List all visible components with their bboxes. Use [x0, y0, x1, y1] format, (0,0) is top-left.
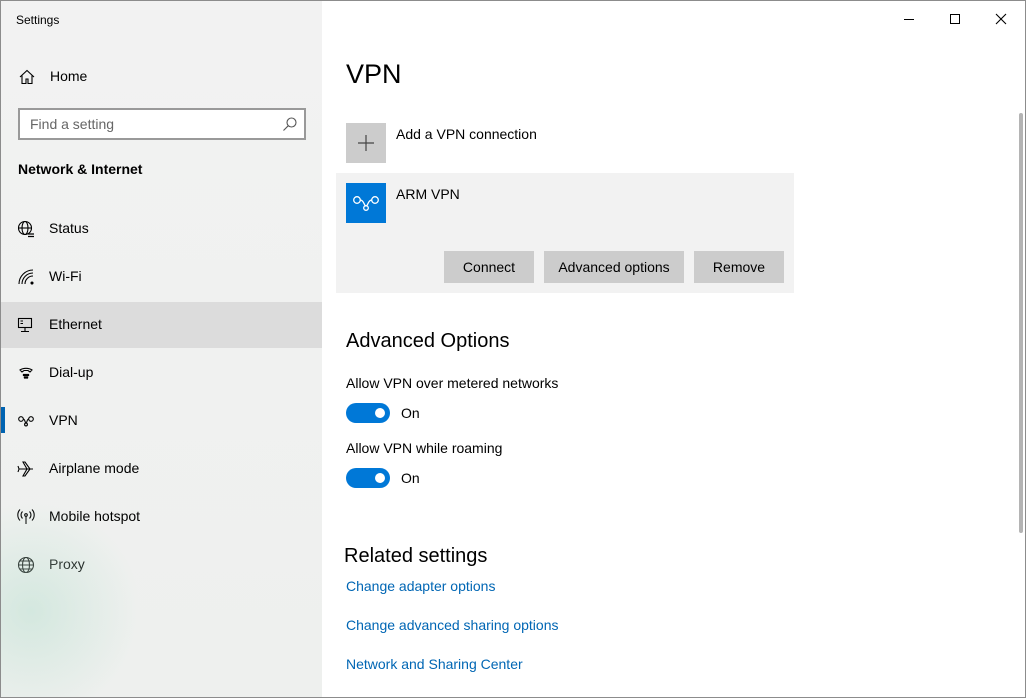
- sidebar-item-vpn[interactable]: VPN: [1, 398, 322, 444]
- ethernet-icon: [17, 316, 35, 334]
- change-adapter-options-link[interactable]: Change adapter options: [346, 578, 495, 594]
- network-sharing-center-link[interactable]: Network and Sharing Center: [346, 656, 523, 672]
- sidebar-item-airplane-mode[interactable]: Airplane mode: [1, 446, 322, 492]
- maximize-button[interactable]: [932, 1, 978, 37]
- minimize-icon: [904, 19, 914, 20]
- home-label: Home: [50, 68, 88, 84]
- sidebar-item-label: Proxy: [49, 556, 85, 572]
- advanced-options-heading: Advanced Options: [346, 330, 510, 352]
- remove-button[interactable]: Remove: [694, 251, 784, 283]
- sidebar-item-dialup[interactable]: Dial-up: [1, 350, 322, 396]
- advanced-options-button[interactable]: Advanced options: [544, 251, 684, 283]
- sidebar-item-ethernet[interactable]: Ethernet: [1, 302, 322, 348]
- metered-toggle-state: On: [401, 405, 420, 421]
- sidebar: Settings Home Network & Internet: [1, 1, 322, 697]
- sidebar-item-wifi[interactable]: Wi-Fi: [1, 254, 322, 300]
- globe-icon: [17, 220, 35, 238]
- plus-icon: [358, 135, 374, 151]
- toggle-knob: [375, 408, 385, 418]
- page-title: VPN: [346, 59, 402, 89]
- roaming-label: Allow VPN while roaming: [346, 440, 503, 456]
- add-vpn-label: Add a VPN connection: [396, 126, 537, 142]
- related-settings-heading: Related settings: [344, 545, 488, 567]
- vpn-connection-name: ARM VPN: [396, 186, 460, 202]
- vpn-connection-card[interactable]: ARM VPN Connect Advanced options Remove: [336, 173, 794, 293]
- toggle-knob: [375, 473, 385, 483]
- add-vpn-connection-button[interactable]: Add a VPN connection: [346, 123, 746, 163]
- sidebar-item-proxy[interactable]: Proxy: [1, 542, 322, 588]
- dialup-icon: [17, 364, 35, 382]
- minimize-button[interactable]: [886, 1, 932, 37]
- add-tile: [346, 123, 386, 163]
- change-advanced-sharing-link[interactable]: Change advanced sharing options: [346, 617, 559, 633]
- home-icon: [18, 68, 36, 86]
- close-button[interactable]: [978, 1, 1024, 37]
- close-icon: [995, 13, 1007, 25]
- sidebar-item-label: Dial-up: [49, 364, 94, 380]
- roaming-toggle-state: On: [401, 470, 420, 486]
- vpn-connection-tile: [346, 183, 386, 223]
- sidebar-item-status[interactable]: Status: [1, 206, 322, 252]
- maximize-icon: [950, 14, 960, 24]
- connect-button[interactable]: Connect: [444, 251, 534, 283]
- sidebar-item-label: Wi-Fi: [49, 268, 82, 284]
- globe-icon: [17, 556, 35, 574]
- sidebar-item-label: Airplane mode: [49, 460, 140, 476]
- section-title: Network & Internet: [18, 161, 143, 177]
- search-input[interactable]: [20, 110, 276, 138]
- metered-toggle[interactable]: [346, 403, 390, 423]
- search-box: [18, 108, 306, 140]
- sidebar-item-mobile-hotspot[interactable]: Mobile hotspot: [1, 494, 322, 540]
- vpn-icon: [17, 412, 35, 430]
- scrollbar[interactable]: [1019, 113, 1023, 533]
- search-icon[interactable]: [282, 116, 298, 132]
- sidebar-home[interactable]: Home: [1, 59, 322, 95]
- sidebar-item-label: VPN: [49, 412, 78, 428]
- sidebar-item-label: Ethernet: [49, 316, 102, 332]
- wifi-icon: [17, 268, 35, 286]
- metered-label: Allow VPN over metered networks: [346, 375, 559, 391]
- hotspot-icon: [17, 508, 35, 526]
- roaming-toggle[interactable]: [346, 468, 390, 488]
- settings-window: Settings Home Network & Internet: [0, 0, 1026, 698]
- app-title: Settings: [16, 13, 60, 27]
- sidebar-item-label: Status: [49, 220, 89, 236]
- sidebar-item-label: Mobile hotspot: [49, 508, 141, 524]
- vpn-icon: [353, 196, 379, 211]
- airplane-icon: [17, 460, 35, 478]
